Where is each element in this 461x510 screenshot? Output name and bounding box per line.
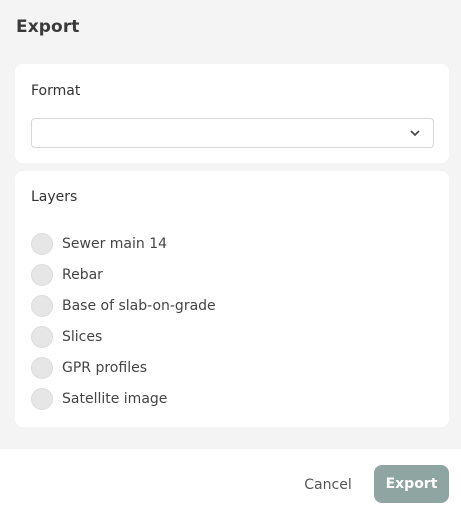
- layer-label: Slices: [62, 328, 103, 345]
- dialog-footer: Cancel Export: [0, 449, 461, 510]
- layers-card: Layers Sewer main 14 Rebar Base of slab-…: [15, 171, 449, 427]
- export-button[interactable]: Export: [374, 465, 449, 503]
- format-card: Format: [15, 64, 449, 163]
- layer-label: Rebar: [62, 266, 103, 283]
- radio-unchecked-icon[interactable]: [31, 356, 53, 379]
- export-dialog: Export Format Layers Sewer main 14 Rebar…: [0, 0, 461, 510]
- layer-option-rebar[interactable]: Rebar: [31, 259, 216, 290]
- layer-list: Sewer main 14 Rebar Base of slab-on-grad…: [31, 228, 216, 414]
- radio-unchecked-icon[interactable]: [31, 325, 53, 348]
- layer-label: GPR profiles: [62, 359, 147, 376]
- chevron-down-icon: [410, 130, 420, 136]
- layer-option-slices[interactable]: Slices: [31, 321, 216, 352]
- layer-option-base-of-slab[interactable]: Base of slab-on-grade: [31, 290, 216, 321]
- dialog-title: Export: [16, 17, 80, 37]
- radio-unchecked-icon[interactable]: [31, 387, 53, 410]
- radio-unchecked-icon[interactable]: [31, 294, 53, 317]
- layer-option-satellite-image[interactable]: Satellite image: [31, 383, 216, 414]
- layer-label: Satellite image: [62, 390, 168, 407]
- cancel-button[interactable]: Cancel: [296, 471, 360, 499]
- radio-unchecked-icon[interactable]: [31, 232, 53, 255]
- layer-label: Base of slab-on-grade: [62, 297, 216, 314]
- format-label: Format: [31, 83, 81, 99]
- layer-option-gpr-profiles[interactable]: GPR profiles: [31, 352, 216, 383]
- layer-option-sewer-main-14[interactable]: Sewer main 14: [31, 228, 216, 259]
- radio-unchecked-icon[interactable]: [31, 263, 53, 286]
- layers-label: Layers: [31, 189, 78, 205]
- format-select[interactable]: [31, 118, 434, 148]
- layer-label: Sewer main 14: [62, 235, 168, 252]
